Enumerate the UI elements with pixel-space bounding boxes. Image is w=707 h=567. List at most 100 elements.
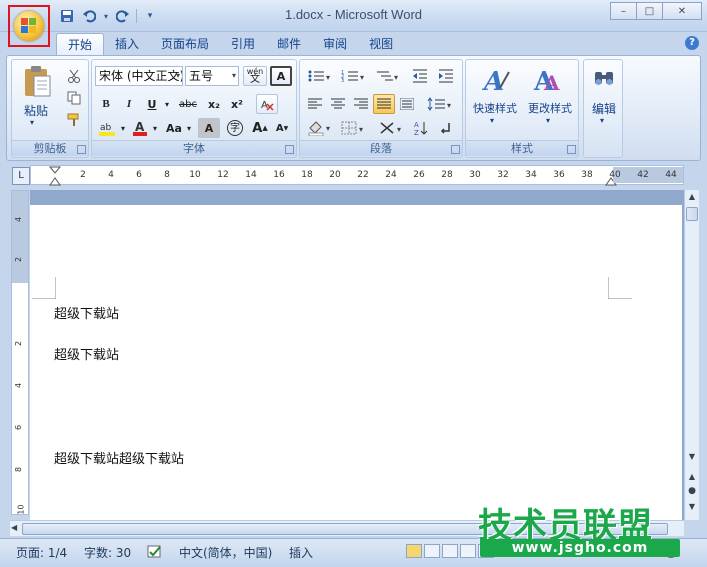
- document-paragraph[interactable]: 超级下载站: [54, 303, 119, 322]
- horizontal-ruler[interactable]: 2 4 6 8 10 12 14 16 18 20 22 24 26 28 30 32 34 36 38 40 42 44: [30, 165, 684, 186]
- bullets-icon[interactable]: ▾: [304, 66, 336, 86]
- shrink-font-button[interactable]: A ▼: [272, 118, 292, 138]
- language-status[interactable]: 中文(简体，中国): [179, 544, 272, 561]
- borders-icon[interactable]: ▾: [338, 118, 370, 138]
- copy-icon[interactable]: [64, 88, 84, 108]
- font-launcher-icon[interactable]: [285, 145, 294, 154]
- paragraph-launcher-icon[interactable]: [451, 145, 460, 154]
- numbering-icon[interactable]: 1 2 3 ▾: [338, 66, 370, 86]
- clear-format-icon[interactable]: A: [256, 94, 278, 114]
- font-size-select[interactable]: 五号 ▾: [185, 66, 239, 86]
- maximize-button[interactable]: □: [636, 2, 663, 20]
- decrease-indent-icon[interactable]: [408, 66, 432, 86]
- quick-styles-label[interactable]: 快速样式: [468, 100, 522, 116]
- svg-text:A: A: [414, 121, 419, 129]
- char-shading-button[interactable]: A: [198, 118, 220, 138]
- help-icon[interactable]: ?: [685, 36, 699, 50]
- align-left-icon[interactable]: [304, 94, 326, 114]
- web-layout-view-icon[interactable]: [442, 544, 458, 558]
- outline-view-icon[interactable]: [460, 544, 476, 558]
- print-layout-view-icon[interactable]: [406, 544, 422, 558]
- char-border-button[interactable]: A: [270, 66, 292, 86]
- subscript-button[interactable]: x₂: [203, 94, 225, 114]
- highlight-icon[interactable]: ab: [95, 118, 119, 138]
- shading-icon[interactable]: ▾: [304, 118, 336, 138]
- editing-label[interactable]: 编辑: [586, 100, 622, 117]
- vertical-scrollbar[interactable]: ▲ ▼ ▲ ● ▼: [684, 190, 699, 520]
- change-case-dropdown-icon[interactable]: ▾: [184, 118, 194, 138]
- increase-indent-icon[interactable]: [434, 66, 458, 86]
- vertical-scroll-thumb[interactable]: [686, 207, 698, 221]
- highlight-dropdown-icon[interactable]: ▾: [118, 118, 128, 138]
- close-button[interactable]: ✕: [662, 2, 702, 20]
- document-page[interactable]: 超级下载站 超级下载站 超级下载站超级下载站: [30, 205, 682, 520]
- cut-icon[interactable]: [64, 66, 84, 86]
- font-color-icon[interactable]: A: [129, 118, 151, 138]
- shrink-font-label: A: [275, 122, 284, 134]
- word-count[interactable]: 字数: 30: [84, 544, 131, 561]
- format-painter-icon[interactable]: [64, 110, 84, 130]
- quick-styles-dropdown-icon[interactable]: ▾: [490, 116, 494, 125]
- align-right-icon[interactable]: [350, 94, 372, 114]
- paragraph-group: ▾ 1 2 3 ▾ ▾ ▾ ▾ ▾ ▾ A Z 段落: [299, 59, 463, 158]
- minimize-button[interactable]: –: [610, 2, 637, 20]
- sort-icon[interactable]: AZ: [410, 118, 432, 138]
- binoculars-icon[interactable]: [592, 66, 616, 90]
- change-styles-dropdown-icon[interactable]: ▾: [546, 116, 550, 125]
- vertical-ruler-tick-label: 10: [16, 504, 26, 515]
- tab-view[interactable]: 视图: [358, 33, 404, 56]
- vertical-ruler-tick-label: 2: [14, 256, 24, 263]
- tab-review[interactable]: 审阅: [312, 33, 358, 56]
- tab-home[interactable]: 开始: [56, 33, 105, 56]
- font-name-select[interactable]: 宋体 (中文正文) ▾: [95, 66, 183, 86]
- styles-launcher-icon[interactable]: [567, 145, 576, 154]
- indent-markers[interactable]: [49, 166, 63, 186]
- office-button[interactable]: [8, 5, 50, 47]
- tab-page-layout[interactable]: 页面布局: [150, 33, 220, 56]
- previous-page-icon[interactable]: ▲: [685, 472, 699, 481]
- line-spacing-icon[interactable]: ▾: [424, 94, 456, 114]
- document-paragraph[interactable]: 超级下载站: [54, 344, 119, 363]
- underline-dropdown-icon[interactable]: ▾: [162, 94, 172, 114]
- change-styles-label[interactable]: 更改样式: [524, 100, 576, 116]
- insert-mode[interactable]: 插入: [289, 544, 313, 561]
- ribbon-tabs-row: 开始 插入 页面布局 引用 邮件 审阅 视图 ?: [0, 32, 707, 56]
- distributed-icon[interactable]: [396, 94, 418, 114]
- scroll-left-icon[interactable]: ◀: [11, 523, 17, 532]
- italic-button[interactable]: I: [118, 94, 140, 114]
- phonetic-guide-button[interactable]: wén 文: [243, 66, 267, 86]
- underline-button[interactable]: U: [141, 94, 163, 114]
- tab-insert[interactable]: 插入: [104, 33, 150, 56]
- page-count[interactable]: 页面: 1/4: [16, 544, 67, 561]
- font-color-dropdown-icon[interactable]: ▾: [150, 118, 160, 138]
- align-center-icon[interactable]: [327, 94, 349, 114]
- scroll-down-icon[interactable]: ▼: [685, 452, 699, 461]
- document-paragraph[interactable]: 超级下载站超级下载站: [54, 448, 184, 467]
- full-screen-reading-view-icon[interactable]: [424, 544, 440, 558]
- change-case-button[interactable]: Aa: [163, 118, 185, 138]
- tab-references[interactable]: 引用: [220, 33, 266, 56]
- clipboard-launcher-icon[interactable]: [77, 145, 86, 154]
- svg-text:3: 3: [341, 78, 344, 83]
- paste-button-label[interactable]: 粘贴: [18, 102, 54, 119]
- editing-dropdown-icon[interactable]: ▾: [600, 116, 604, 125]
- scroll-up-icon[interactable]: ▲: [685, 192, 699, 201]
- quick-styles-icon[interactable]: A: [478, 64, 512, 97]
- proofing-icon[interactable]: [146, 544, 164, 563]
- superscript-button[interactable]: x²: [226, 94, 248, 114]
- multilevel-list-icon[interactable]: ▾: [372, 66, 404, 86]
- grow-font-button[interactable]: A ▲: [250, 118, 270, 138]
- tab-selector[interactable]: L: [12, 167, 30, 185]
- paste-dropdown-icon[interactable]: ▾: [30, 118, 34, 127]
- change-styles-icon[interactable]: AA: [530, 64, 564, 97]
- tab-mailings[interactable]: 邮件: [266, 33, 312, 56]
- browse-object-icon[interactable]: ●: [685, 486, 699, 496]
- paste-icon[interactable]: [22, 64, 52, 98]
- strikethrough-button[interactable]: abc: [175, 94, 201, 114]
- bold-button[interactable]: B: [95, 94, 117, 114]
- enclose-characters-button[interactable]: 字: [224, 118, 246, 138]
- show-marks-icon[interactable]: [434, 118, 456, 138]
- justify-icon[interactable]: [373, 94, 395, 114]
- chinese-layout-icon[interactable]: ▾: [376, 118, 408, 138]
- vertical-ruler[interactable]: 4 2 2 4 6 8 10: [11, 190, 29, 515]
